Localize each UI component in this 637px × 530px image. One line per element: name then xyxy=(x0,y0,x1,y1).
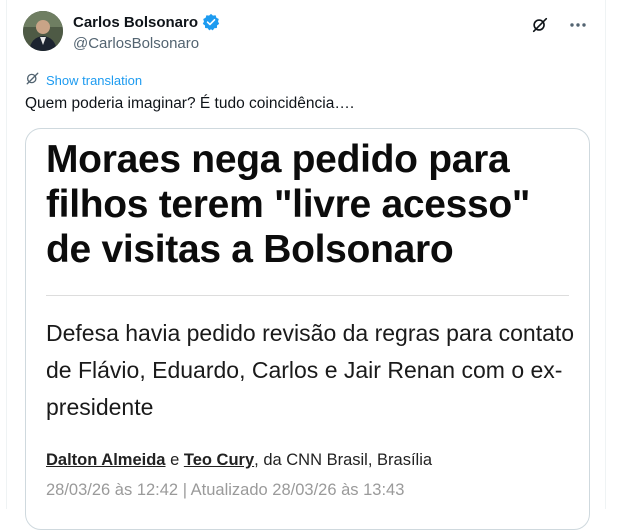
grok-icon[interactable] xyxy=(529,14,551,36)
byline-author-1[interactable]: Dalton Almeida xyxy=(46,451,166,469)
avatar[interactable] xyxy=(23,11,63,51)
translate-icon xyxy=(25,71,40,89)
author-handle[interactable]: @CarlosBolsonaro xyxy=(73,35,199,52)
card-byline: Dalton Almeida e Teo Cury, da CNN Brasil… xyxy=(46,451,432,470)
verified-badge-icon xyxy=(202,13,220,31)
more-icon[interactable] xyxy=(567,14,589,36)
link-card[interactable]: Moraes nega pedido para filhos terem "li… xyxy=(25,128,590,530)
tweet-text: Quem poderia imaginar? É tudo coincidênc… xyxy=(25,95,355,112)
card-subheadline: Defesa havia pedido revisão da regras pa… xyxy=(46,320,575,420)
author-name-row: Carlos Bolsonaro xyxy=(73,13,220,31)
card-dateline: 28/03/26 às 12:42 | Atualizado 28/03/26 … xyxy=(46,481,405,499)
tweet-top-actions xyxy=(529,14,589,36)
card-divider xyxy=(46,295,569,296)
byline-author-2[interactable]: Teo Cury xyxy=(184,451,254,469)
show-translation-label: Show translation xyxy=(46,72,143,88)
byline-and: e xyxy=(165,451,184,469)
show-translation-link[interactable]: Show translation xyxy=(25,71,142,89)
author-name[interactable]: Carlos Bolsonaro xyxy=(73,14,198,31)
byline-suffix: , da CNN Brasil, Brasília xyxy=(254,451,433,469)
card-headline: Moraes nega pedido para filhos terem "li… xyxy=(46,138,531,271)
